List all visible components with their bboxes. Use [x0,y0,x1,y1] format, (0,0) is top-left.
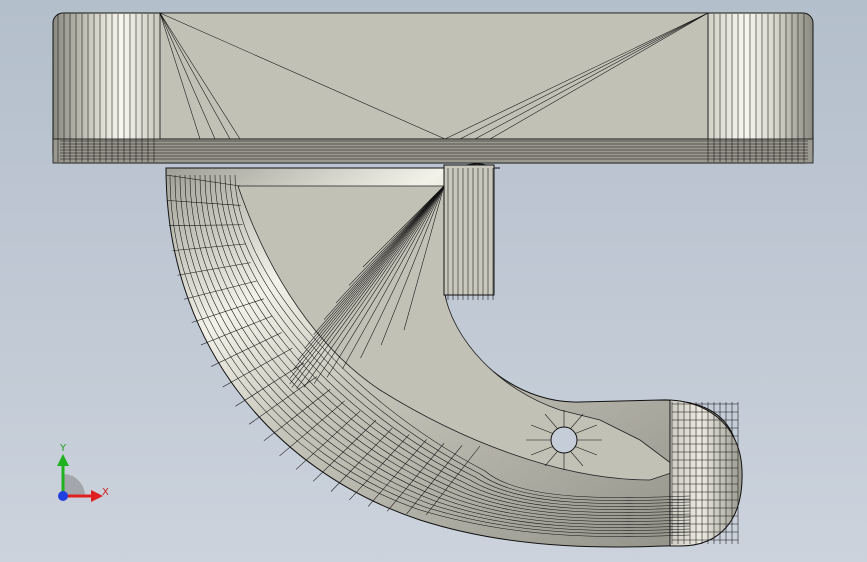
x-axis-label: X [102,487,109,498]
pipe-hole[interactable] [550,426,578,454]
pipe-body[interactable] [165,163,743,548]
y-axis-label: Y [60,443,67,454]
flange-body[interactable] [52,12,814,164]
graphics-viewport[interactable]: Y X [0,0,867,562]
